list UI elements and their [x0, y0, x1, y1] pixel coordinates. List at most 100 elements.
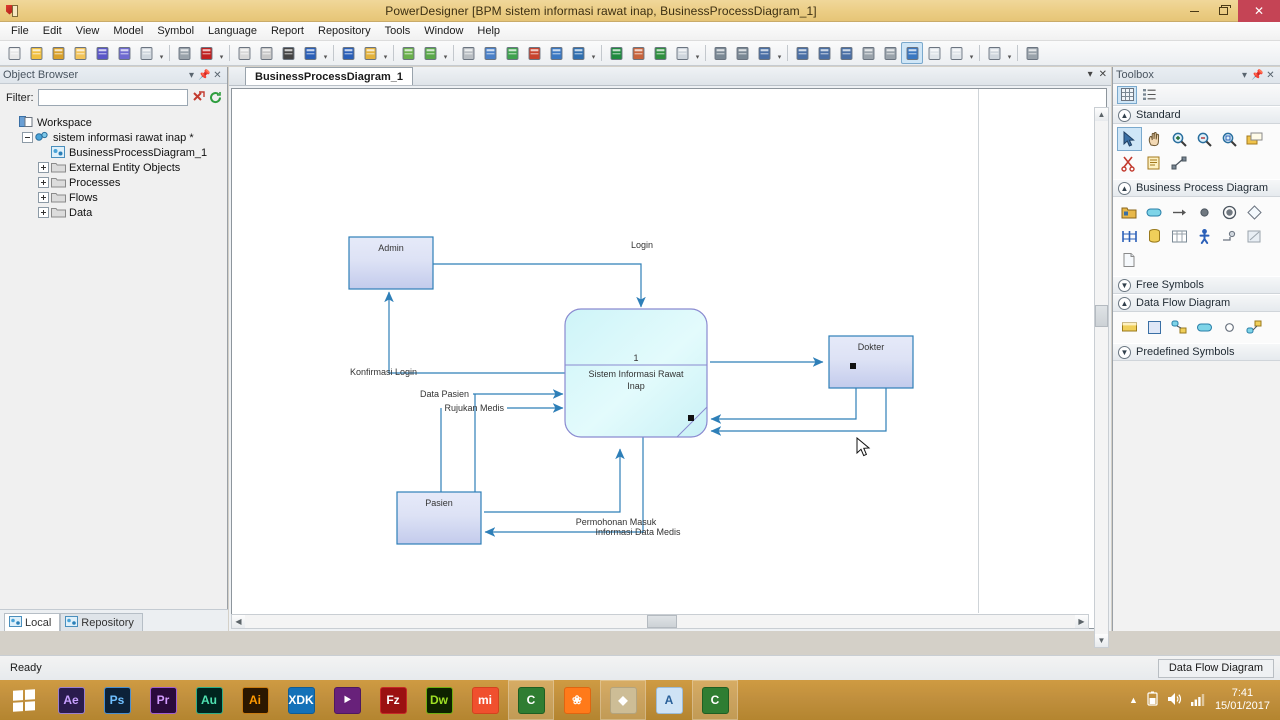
resource-tool[interactable]	[1142, 224, 1167, 248]
tree-item-workspace[interactable]: Workspace	[6, 115, 221, 130]
taskbar-app-intel-xdk[interactable]: XDK	[278, 680, 324, 720]
toolbar-overflow-icon[interactable]: ▾	[967, 42, 976, 64]
tree-expand-icon[interactable]	[38, 162, 49, 173]
taskbar-app-photoshop[interactable]: Ps	[94, 680, 140, 720]
view-4-icon[interactable]	[835, 42, 857, 64]
menu-repository[interactable]: Repository	[311, 23, 378, 39]
battery-icon[interactable]	[1147, 691, 1158, 709]
zoom-in-tool[interactable]	[1167, 127, 1192, 151]
save-all-icon[interactable]	[113, 42, 135, 64]
chevron-up-icon[interactable]: ▲	[1118, 296, 1131, 310]
message-format-tool[interactable]	[1242, 224, 1267, 248]
toolbox-group-predefined-symbols[interactable]: ▼ Predefined Symbols	[1113, 343, 1280, 361]
start-button[interactable]	[0, 680, 48, 720]
resource-flow-tool[interactable]	[1217, 315, 1242, 339]
taskbar-app-word-document[interactable]: A	[646, 680, 692, 720]
tree-collapse-icon[interactable]	[22, 132, 33, 143]
process-dfd-tool[interactable]	[1192, 315, 1217, 339]
print-preview-icon[interactable]	[135, 42, 157, 64]
object-tree[interactable]: Workspace sistem informasi rawat inap * Bu…	[6, 115, 221, 603]
maximize-button[interactable]	[1209, 0, 1238, 22]
tree-expand-icon[interactable]	[38, 207, 49, 218]
toolbox-group-free-symbols[interactable]: ▼ Free Symbols	[1113, 276, 1280, 294]
toolbar-overflow-icon[interactable]: ▾	[381, 42, 390, 64]
toolbar-overflow-icon[interactable]: ▾	[775, 42, 784, 64]
hscroll-thumb[interactable]	[647, 615, 677, 628]
new-diagram-icon[interactable]	[419, 42, 441, 64]
tree-item-businessprocessdiagram-1[interactable]: BusinessProcessDiagram_1	[6, 145, 221, 160]
volume-icon[interactable]	[1167, 692, 1182, 709]
split-flow-tool[interactable]	[1167, 315, 1192, 339]
tree-item-external-entity-objects[interactable]: External Entity Objects	[6, 160, 221, 175]
vscroll-thumb[interactable]	[1095, 305, 1108, 327]
view-1-icon[interactable]	[753, 42, 775, 64]
toolbox-menu-icon[interactable]: ▾	[1238, 70, 1251, 81]
grid-icon[interactable]	[945, 42, 967, 64]
chevron-up-icon[interactable]: ▲	[1118, 108, 1131, 122]
taskbar-app-audition[interactable]: Au	[186, 680, 232, 720]
panel-menu-icon[interactable]: ▾	[185, 70, 198, 81]
taskbar-app-filezilla[interactable]: Fz	[370, 680, 416, 720]
toolbox-group-standard[interactable]: ▲ Standard	[1113, 106, 1280, 124]
toolbar-overflow-icon[interactable]: ▾	[157, 42, 166, 64]
tab-close-icon[interactable]: ✕	[1099, 69, 1107, 80]
taskbar-app-premiere[interactable]: Pr	[140, 680, 186, 720]
chevron-down-icon[interactable]: ▼	[1118, 345, 1131, 359]
comment-icon[interactable]	[923, 42, 945, 64]
link-tool[interactable]	[1167, 151, 1192, 175]
split-tool[interactable]	[1117, 224, 1142, 248]
chevron-up-icon[interactable]: ▲	[1118, 181, 1131, 195]
pin-icon[interactable]: 📌	[198, 70, 211, 81]
external-entity-tool[interactable]	[1117, 315, 1142, 339]
format-paint-icon[interactable]	[627, 42, 649, 64]
toolbar-overflow-icon[interactable]: ▾	[589, 42, 598, 64]
close-icon[interactable]: ✕	[211, 70, 224, 81]
globe-icon[interactable]	[397, 42, 419, 64]
scroll-up-button[interactable]: ▲	[1095, 108, 1108, 121]
scroll-left-button[interactable]: ◀	[232, 615, 245, 628]
taskbar-app-dreamweaver[interactable]: Dw	[416, 680, 462, 720]
minimize-button[interactable]	[1180, 0, 1209, 22]
canvas-vscrollbar[interactable]: ▲ ▼	[1094, 107, 1109, 648]
taskbar-app-uc-browser[interactable]: ❀	[554, 680, 600, 720]
close-button[interactable]: ✕	[1238, 0, 1280, 22]
tree-item-sistem-informasi-rawat-inap[interactable]: sistem informasi rawat inap *	[6, 130, 221, 145]
filter-input[interactable]	[37, 89, 188, 106]
menu-tools[interactable]: Tools	[378, 23, 418, 39]
toolbar-overflow-icon[interactable]: ▾	[693, 42, 702, 64]
font-color-icon[interactable]	[649, 42, 671, 64]
redo-icon[interactable]	[337, 42, 359, 64]
menu-view[interactable]: View	[69, 23, 107, 39]
undo-icon[interactable]	[299, 42, 321, 64]
package-tool[interactable]	[1117, 200, 1142, 224]
view-2-icon[interactable]	[791, 42, 813, 64]
toolbar-overflow-icon[interactable]: ▾	[321, 42, 330, 64]
canvas-hscrollbar[interactable]: ◀ ▶	[231, 614, 1089, 629]
note-tool[interactable]	[1142, 151, 1167, 175]
view-6-icon[interactable]	[879, 42, 901, 64]
menu-file[interactable]: File	[4, 23, 36, 39]
check-model-icon[interactable]	[523, 42, 545, 64]
decision-tool[interactable]	[1242, 200, 1267, 224]
clear-filter-icon[interactable]	[192, 90, 205, 106]
delete-icon[interactable]	[277, 42, 299, 64]
paste-icon[interactable]	[255, 42, 277, 64]
cut-icon[interactable]	[195, 42, 217, 64]
taskbar-app-visual-studio[interactable]: ⯈	[324, 680, 370, 720]
zoom-out-tool[interactable]	[1192, 127, 1217, 151]
menu-symbol[interactable]: Symbol	[150, 23, 201, 39]
toolbar-overflow-icon[interactable]: ▾	[1005, 42, 1014, 64]
merge-flow-tool[interactable]	[1242, 315, 1267, 339]
tree-item-processes[interactable]: Processes	[6, 175, 221, 190]
browser-tab-local[interactable]: Local	[4, 613, 61, 631]
display-preferences-icon[interactable]	[545, 42, 567, 64]
toolbar-overflow-icon[interactable]: ▾	[441, 42, 450, 64]
end-tool[interactable]	[1217, 200, 1242, 224]
scroll-right-button[interactable]: ▶	[1075, 615, 1088, 628]
scissors-tool[interactable]	[1117, 151, 1142, 175]
toolbox-pin-icon[interactable]: 📌	[1251, 70, 1264, 81]
tab-list-icon[interactable]: ▾	[1088, 69, 1093, 80]
zoom-window-icon[interactable]	[901, 42, 923, 64]
tree-item-data[interactable]: Data	[6, 205, 221, 220]
pointer-tool[interactable]	[1117, 127, 1142, 151]
